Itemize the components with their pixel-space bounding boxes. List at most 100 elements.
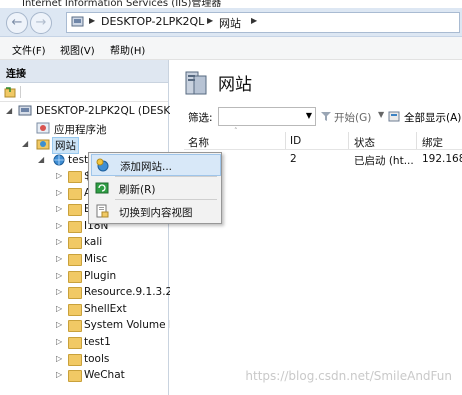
expand-arrow-icon[interactable]: ▷ bbox=[56, 237, 62, 246]
menu-bar: 文件(F) 视图(V) 帮助(H) bbox=[0, 37, 462, 60]
breadcrumb-server[interactable]: DESKTOP-2LPK2QL bbox=[101, 15, 204, 28]
filter-bar: 筛选: ▼ 开始(G) ▼ 全部显示(A) bbox=[184, 107, 462, 127]
chevron-down-icon[interactable]: ▼ bbox=[378, 110, 384, 119]
menu-help[interactable]: 帮助(H) bbox=[110, 42, 145, 57]
folder-icon bbox=[68, 204, 82, 217]
column-header-id[interactable]: ID bbox=[290, 135, 301, 147]
expand-arrow-icon[interactable]: ▷ bbox=[56, 204, 62, 213]
breadcrumb-separator: ▶ bbox=[251, 16, 258, 25]
menu-file[interactable]: 文件(F) bbox=[12, 42, 46, 57]
address-bar[interactable]: ▶ DESKTOP-2LPK2QL ▶ 网站 ▶ bbox=[66, 12, 460, 33]
tree-site-test-label: test bbox=[68, 154, 89, 166]
collapse-arrow-icon[interactable]: ◢ bbox=[6, 106, 12, 115]
folder-icon bbox=[68, 337, 82, 349]
tree-folder[interactable]: ▷ Plugin bbox=[0, 269, 168, 285]
tree-folder-label: Plugin bbox=[84, 269, 117, 282]
connect-icon[interactable] bbox=[4, 86, 16, 98]
column-header-binding[interactable]: 绑定 bbox=[422, 135, 443, 150]
folder-icon bbox=[68, 237, 82, 250]
expand-arrow-icon[interactable]: ▷ bbox=[56, 287, 62, 296]
tree-app-pools[interactable]: 应用程序池 bbox=[0, 121, 168, 137]
menu-view[interactable]: 视图(V) bbox=[60, 42, 95, 57]
tree-folder[interactable]: ▷ Misc bbox=[0, 252, 168, 268]
expand-arrow-icon[interactable]: ▷ bbox=[56, 370, 62, 379]
tree-folder-label: WeChat bbox=[84, 369, 125, 382]
menu-separator bbox=[115, 199, 217, 200]
tree-folder[interactable]: ▷ System Volume I bbox=[0, 318, 172, 334]
context-item-content-view[interactable]: 切换到内容视图 bbox=[91, 201, 219, 221]
tree-folder[interactable]: ▷ test1 bbox=[0, 335, 168, 351]
menu-separator bbox=[115, 176, 217, 177]
content-view-icon bbox=[96, 204, 109, 218]
tree-server[interactable]: ◢ DESKTOP-2LPK2QL (DESK bbox=[0, 104, 170, 120]
window-title: Internet Information Services (IIS)管理器 bbox=[22, 0, 222, 8]
watermark: https://blog.csdn.net/SmileAndFun bbox=[245, 369, 452, 383]
page-title: 网站 bbox=[218, 75, 252, 95]
column-header-status[interactable]: 状态 bbox=[354, 135, 375, 150]
context-item-refresh[interactable]: 刷新(R) bbox=[91, 178, 219, 198]
tree-folder[interactable]: ▷ tools bbox=[0, 352, 168, 368]
expand-arrow-icon[interactable]: ▷ bbox=[56, 254, 62, 263]
expand-arrow-icon[interactable]: ▷ bbox=[56, 354, 62, 363]
table-header: 名称 ˄ ID 状态 绑定 bbox=[184, 127, 462, 150]
tree-folder[interactable]: ▷ kali bbox=[0, 235, 168, 251]
column-header-name[interactable]: 名称 bbox=[188, 135, 209, 150]
folder-icon bbox=[68, 287, 82, 300]
server-icon bbox=[18, 105, 32, 116]
cell-id: 2 bbox=[290, 153, 297, 165]
breadcrumb-sites[interactable]: 网站 bbox=[219, 15, 241, 31]
tree-folder[interactable]: ▷ Resource.9.1.3.25 bbox=[0, 285, 179, 301]
chevron-down-icon[interactable]: ▼ bbox=[306, 111, 312, 120]
breadcrumb-separator: ▶ bbox=[89, 16, 96, 25]
expand-arrow-icon[interactable]: ▷ bbox=[56, 188, 62, 197]
start-button[interactable]: 开始(G) bbox=[334, 110, 371, 125]
tree-folder-label: Resource.9.1.3.25 bbox=[84, 286, 179, 299]
collapse-arrow-icon[interactable]: ◢ bbox=[22, 139, 28, 148]
filter-label: 筛选: bbox=[188, 112, 213, 124]
tree-folder[interactable]: ▷ WeChat bbox=[0, 368, 168, 384]
connections-title: 连接 bbox=[6, 69, 26, 80]
folder-icon bbox=[68, 270, 82, 283]
forward-button[interactable]: → bbox=[30, 12, 52, 34]
expand-arrow-icon[interactable]: ▷ bbox=[56, 337, 62, 346]
features-pane: 网站 筛选: ▼ 开始(G) ▼ 全部显示(A) 名称 ˄ ID 状态 绑定 2… bbox=[170, 60, 462, 395]
context-item-label: 添加网站... bbox=[120, 161, 173, 173]
folder-icon bbox=[68, 220, 82, 233]
connections-toolbar bbox=[0, 83, 168, 102]
table-row[interactable]: 2 已启动 (ht... 192.168.2 bbox=[184, 152, 462, 168]
expand-arrow-icon[interactable]: ▷ bbox=[56, 304, 62, 313]
tree-folder-label: tools bbox=[84, 352, 110, 365]
app-pool-icon bbox=[36, 122, 50, 134]
folder-icon bbox=[68, 171, 82, 183]
tree-folder[interactable]: ▷ ShellExt bbox=[0, 302, 168, 318]
folder-icon bbox=[68, 370, 82, 383]
tree-folder-label: Misc bbox=[84, 253, 108, 265]
sites-server-icon bbox=[185, 71, 207, 95]
show-all-button[interactable]: 全部显示(A) bbox=[404, 110, 461, 125]
expand-arrow-icon[interactable]: ▷ bbox=[56, 320, 62, 329]
filter-input[interactable]: ▼ bbox=[218, 107, 316, 126]
cell-status: 已启动 (ht... bbox=[354, 155, 414, 167]
context-item-add-site[interactable]: 添加网站... bbox=[91, 154, 221, 176]
add-site-icon bbox=[96, 158, 109, 172]
column-divider[interactable] bbox=[285, 132, 286, 149]
context-item-label: 刷新(R) bbox=[119, 184, 156, 196]
address-bar-region: ← → ▶ DESKTOP-2LPK2QL ▶ 网站 ▶ bbox=[0, 8, 462, 37]
connections-header: 连接 bbox=[0, 60, 168, 83]
expand-arrow-icon[interactable]: ▷ bbox=[56, 221, 62, 230]
collapse-arrow-icon[interactable]: ◢ bbox=[38, 155, 44, 164]
tree-folder-label: test1 bbox=[84, 336, 111, 348]
tree-app-pools-label: 应用程序池 bbox=[54, 124, 107, 136]
refresh-icon bbox=[95, 182, 109, 194]
back-button[interactable]: ← bbox=[6, 12, 28, 34]
column-divider[interactable] bbox=[416, 132, 417, 149]
tree-sites[interactable]: ◢ 网站 bbox=[0, 137, 168, 154]
column-divider[interactable] bbox=[348, 132, 349, 149]
tree-sites-label: 网站 bbox=[52, 137, 79, 154]
connections-pane: 连接 ◢ DESKTOP-2LPK2QL (DESK 应用程序池 ◢ 网站 ◢ bbox=[0, 60, 179, 395]
show-all-icon bbox=[388, 111, 400, 122]
sites-folder-icon bbox=[36, 139, 50, 150]
context-item-label: 切换到内容视图 bbox=[119, 207, 193, 219]
expand-arrow-icon[interactable]: ▷ bbox=[56, 171, 62, 180]
expand-arrow-icon[interactable]: ▷ bbox=[56, 271, 62, 280]
